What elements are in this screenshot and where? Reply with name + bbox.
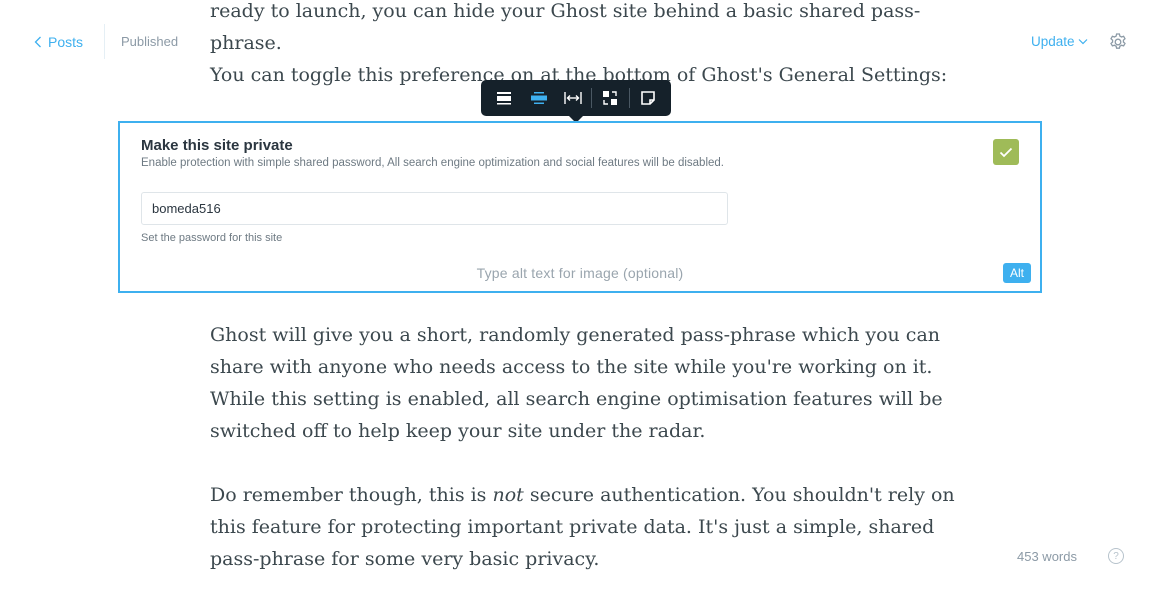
- header-divider: [104, 24, 105, 59]
- image-width-full-icon: [564, 92, 582, 104]
- gear-icon: [1110, 33, 1126, 49]
- update-label: Update: [1031, 34, 1075, 49]
- screenshot-title: Make this site private: [141, 137, 293, 154]
- paragraph-4-text: Do remember though, this is: [210, 484, 493, 506]
- width-wide-button[interactable]: [521, 80, 555, 116]
- screenshot-checkbox: [993, 139, 1019, 165]
- post-status: Published: [121, 34, 179, 49]
- width-full-button[interactable]: [556, 80, 590, 116]
- image-width-wide-icon: [530, 92, 547, 104]
- alt-toggle-button[interactable]: Alt: [1003, 263, 1031, 283]
- word-count: 453 words: [1017, 549, 1077, 564]
- topbar: Posts: [34, 33, 83, 51]
- update-button[interactable]: Update: [1031, 34, 1088, 49]
- screenshot-description: Enable protection with simple shared pas…: [141, 157, 724, 169]
- width-regular-button[interactable]: [487, 80, 521, 116]
- alt-text-input[interactable]: Type alt text for image (optional): [120, 265, 1040, 281]
- paragraph-4[interactable]: Do remember though, this is not secure a…: [210, 479, 960, 575]
- screenshot-password-field: bomeda516: [141, 192, 728, 225]
- checkmark-icon: [999, 147, 1013, 157]
- emphasis-text: not: [492, 484, 524, 506]
- image-width-regular-icon: [497, 92, 512, 105]
- snippet-icon: [640, 91, 655, 105]
- screenshot-hint: Set the password for this site: [141, 232, 283, 244]
- back-link-label: Posts: [48, 34, 84, 50]
- question-icon: ?: [1113, 550, 1119, 562]
- toolbar-separator: [628, 88, 630, 108]
- chevron-left-icon: [34, 36, 41, 48]
- card-toolbar: [481, 80, 671, 116]
- replace-image-button[interactable]: [593, 80, 627, 116]
- image-card[interactable]: Make this site private Enable protection…: [118, 121, 1042, 293]
- back-to-posts-link[interactable]: Posts: [34, 34, 83, 50]
- chevron-down-icon: [1078, 39, 1087, 45]
- paragraph-1[interactable]: ready to launch, you can hide your Ghost…: [210, 0, 960, 59]
- post-settings-button[interactable]: [1108, 32, 1128, 52]
- replace-image-icon: [603, 91, 618, 105]
- paragraph-3[interactable]: Ghost will give you a short, randomly ge…: [210, 319, 960, 447]
- toolbar-separator: [591, 88, 593, 108]
- snippet-button[interactable]: [631, 80, 665, 116]
- help-button[interactable]: ?: [1108, 548, 1124, 564]
